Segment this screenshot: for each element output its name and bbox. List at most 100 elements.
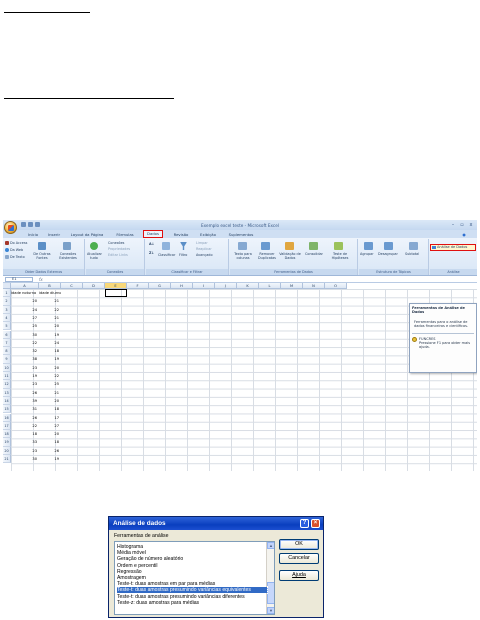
text-to-columns-button[interactable]: Texto para colunas	[232, 252, 254, 260]
table-cell[interactable]: idade noturno	[11, 289, 39, 297]
table-cell[interactable]: 20	[39, 430, 61, 438]
tab-formulas[interactable]: Fórmulas	[115, 231, 135, 238]
data-validation-button[interactable]: Validação de Dados	[279, 252, 301, 260]
row-header[interactable]: 10	[3, 363, 11, 372]
list-item[interactable]: Teste-t: duas amostras presumindo variân…	[116, 586, 268, 595]
table-cell[interactable]: 31	[11, 405, 39, 413]
tab-suplementos[interactable]: Suplementos	[225, 231, 257, 238]
help-button[interactable]: Ajuda	[279, 570, 319, 581]
close-button[interactable]: x	[467, 221, 475, 228]
table-cell[interactable]: 17	[39, 414, 61, 422]
table-cell[interactable]: 26	[11, 414, 39, 422]
list-item[interactable]: Histograma	[117, 544, 267, 550]
list-item[interactable]: Teste-z: duas amostras para médias	[117, 600, 267, 606]
table-cell[interactable]: 27	[39, 422, 61, 430]
table-cell[interactable]: 26	[11, 389, 39, 397]
row-header[interactable]: 9	[3, 355, 11, 364]
table-cell[interactable]: 30	[11, 455, 39, 463]
table-cell[interactable]: 25	[11, 322, 39, 330]
help-icon[interactable]: ●	[461, 231, 467, 238]
list-item[interactable]: Teste-t: duas amostras em par para média…	[117, 581, 267, 587]
active-cell[interactable]	[105, 289, 127, 298]
table-cell[interactable]: 18	[39, 347, 61, 355]
table-cell[interactable]: 33	[11, 438, 39, 446]
table-cell[interactable]: 38	[11, 355, 39, 363]
table-cell[interactable]: 23	[11, 364, 39, 372]
ungroup-button[interactable]: Desagrupar	[378, 252, 398, 256]
edit-links-button[interactable]: Editar Links	[108, 253, 128, 257]
subtotal-button[interactable]: Subtotal	[405, 252, 419, 256]
row-header[interactable]: 19	[3, 438, 11, 447]
sort-za-icon[interactable]: Z↓	[149, 251, 154, 255]
refresh-all-button[interactable]: Atualizar tudo	[87, 252, 102, 260]
scroll-thumb[interactable]	[267, 582, 274, 604]
sort-az-icon[interactable]: A↓	[149, 242, 154, 246]
table-cell[interactable]: 18	[11, 430, 39, 438]
row-header[interactable]: 8	[3, 347, 11, 356]
table-cell[interactable]: 30	[11, 331, 39, 339]
what-if-button[interactable]: Teste de Hipóteses	[328, 252, 352, 260]
row-header[interactable]: 1	[3, 289, 11, 298]
office-button[interactable]	[4, 221, 17, 234]
filter-button[interactable]: Filtro	[179, 253, 187, 257]
row-header[interactable]: 3	[3, 305, 11, 314]
table-cell[interactable]: 20	[11, 297, 39, 305]
sort-button[interactable]: Classificar	[158, 253, 175, 257]
list-item[interactable]: Teste-t: duas amostras presumindo variân…	[117, 594, 267, 600]
row-header[interactable]: 12	[3, 380, 11, 389]
table-cell[interactable]: 32	[11, 347, 39, 355]
scroll-up-icon[interactable]: ▲	[267, 542, 274, 549]
row-header[interactable]: 13	[3, 388, 11, 397]
table-cell[interactable]: 22	[39, 372, 61, 380]
table-cell[interactable]: 20	[39, 364, 61, 372]
row-header[interactable]: 5	[3, 322, 11, 331]
table-cell[interactable]: 23	[11, 380, 39, 388]
row-header[interactable]: 21	[3, 455, 11, 464]
row-header[interactable]: 15	[3, 405, 11, 414]
name-box[interactable]: E1	[5, 277, 33, 282]
ok-button[interactable]: OK	[279, 539, 319, 550]
table-cell[interactable]: 22	[39, 306, 61, 314]
list-item[interactable]: Geração de número aleatório	[117, 556, 267, 562]
data-analysis-button[interactable]: Análise de Dados	[430, 244, 476, 251]
row-header[interactable]: 4	[3, 313, 11, 323]
table-cell[interactable]: 23	[11, 447, 39, 455]
properties-button[interactable]: Propriedades	[108, 247, 130, 251]
row-header[interactable]: 14	[3, 396, 11, 406]
connections-button[interactable]: Conexões	[108, 241, 124, 245]
function-icon[interactable]: fx	[39, 277, 43, 282]
table-cell[interactable]: 19	[39, 355, 61, 363]
table-cell[interactable]: 22	[11, 339, 39, 347]
tab-revisao[interactable]: Revisão	[171, 231, 191, 238]
dialog-close-icon[interactable]: ×	[311, 519, 320, 528]
other-sources-button[interactable]: De Outras Fontes	[31, 252, 53, 260]
table-cell[interactable]: 24	[11, 306, 39, 314]
list-item[interactable]: Média móvel	[117, 550, 267, 556]
tab-inserir[interactable]: Inserir	[45, 231, 63, 238]
tab-layout[interactable]: Layout da Página	[69, 231, 105, 238]
table-cell[interactable]: 18	[39, 405, 61, 413]
table-cell[interactable]: 21	[39, 389, 61, 397]
list-item[interactable]: Amostragem	[117, 575, 267, 581]
existing-connections-button[interactable]: Conexões Existentes	[55, 252, 81, 260]
table-cell[interactable]: idade diurno	[39, 289, 61, 297]
table-cell[interactable]: 26	[39, 447, 61, 455]
table-cell[interactable]: 20	[39, 322, 61, 330]
clear-button[interactable]: Limpar	[196, 241, 208, 245]
remove-duplicates-button[interactable]: Remover Duplicatas	[256, 252, 278, 260]
table-cell[interactable]: 21	[39, 314, 61, 322]
list-item[interactable]: Ordem e percentil	[117, 563, 267, 569]
minimize-button[interactable]: –	[449, 221, 457, 228]
from-text-button[interactable]: De Texto	[10, 255, 25, 259]
reapply-button[interactable]: Reaplicar	[196, 247, 212, 251]
advanced-button[interactable]: Avançado	[196, 253, 213, 257]
row-header[interactable]: 6	[3, 330, 11, 339]
maximize-button[interactable]: ▫	[458, 221, 466, 228]
cancel-button[interactable]: Cancelar	[279, 553, 319, 564]
from-access-button[interactable]: Do Access	[10, 241, 27, 245]
table-cell[interactable]: 20	[39, 397, 61, 405]
from-web-button[interactable]: Da Web	[10, 248, 23, 252]
table-cell[interactable]: 24	[39, 339, 61, 347]
row-header[interactable]: 16	[3, 413, 11, 422]
table-cell[interactable]: 22	[11, 422, 39, 430]
